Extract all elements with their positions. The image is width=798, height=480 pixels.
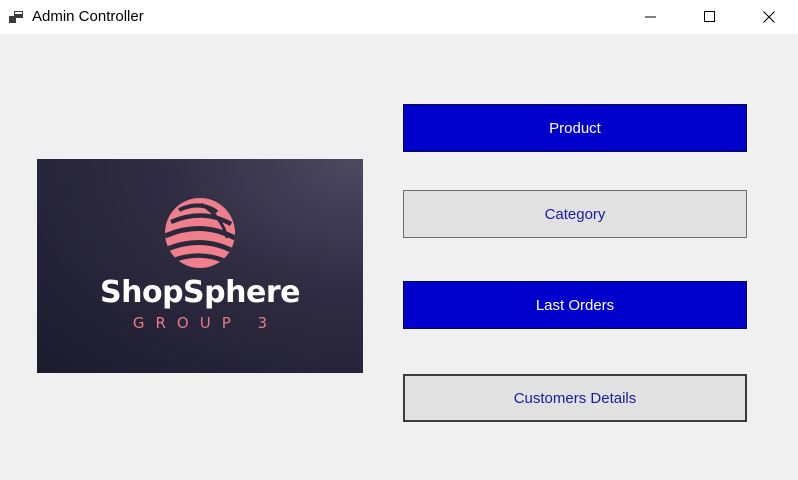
title-bar: Admin Controller — [0, 0, 798, 34]
logo-brand-text: ShopSphere — [100, 275, 300, 310]
product-button[interactable]: Product — [403, 104, 747, 152]
close-button[interactable] — [740, 0, 798, 34]
close-icon — [763, 11, 775, 23]
window-title: Admin Controller — [32, 8, 144, 25]
maximize-icon — [704, 11, 715, 22]
last-orders-button[interactable]: Last Orders — [403, 281, 747, 329]
maximize-button[interactable] — [681, 0, 739, 34]
minimize-icon — [645, 16, 656, 18]
shopsphere-logo-image: ShopSphere GROUP 3 — [37, 159, 363, 373]
minimize-button[interactable] — [622, 0, 680, 34]
striped-globe-icon — [165, 198, 235, 268]
logo-subtitle-text: GROUP 3 — [132, 314, 279, 332]
customers-details-button[interactable]: Customers Details — [403, 374, 747, 422]
category-button[interactable]: Category — [403, 190, 747, 238]
app-window-icon — [9, 11, 23, 23]
